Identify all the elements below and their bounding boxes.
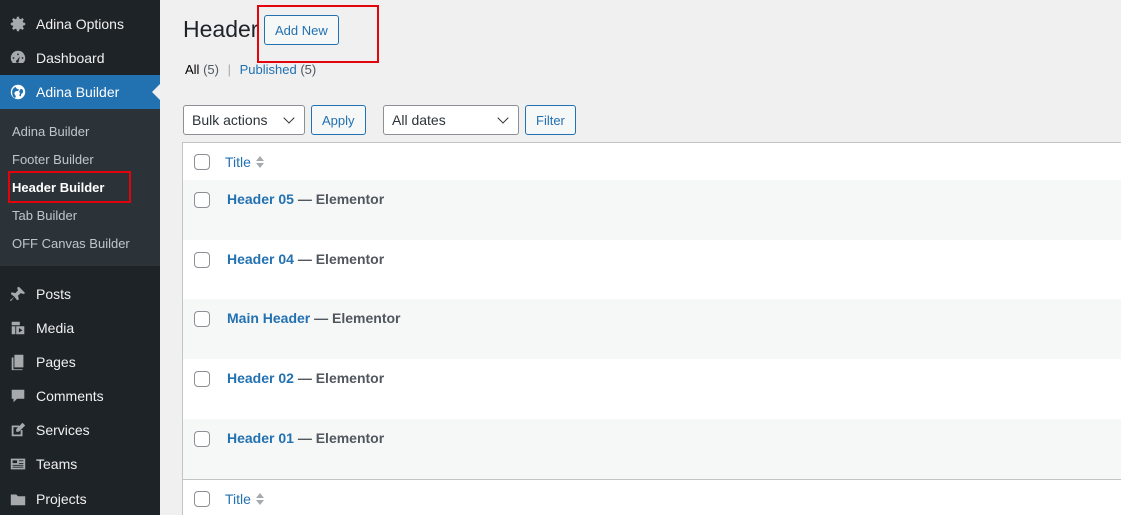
filter-button[interactable]: Filter	[525, 105, 576, 135]
menu-label: Teams	[36, 456, 78, 472]
menu-item-adina-builder[interactable]: Adina Builder	[0, 75, 160, 109]
folder-icon	[8, 489, 28, 509]
table-row: Main Header — Elementor	[183, 299, 1121, 359]
menu-item-media[interactable]: Media	[0, 311, 160, 345]
submenu-item-off-canvas-builder[interactable]: OFF Canvas Builder	[12, 236, 130, 251]
row-title-cell: Header 04 — Elementor	[227, 251, 384, 267]
pushpin-icon	[8, 284, 28, 304]
title-column-header[interactable]: Title	[225, 154, 264, 170]
menu-item-dashboard[interactable]: Dashboard	[0, 41, 160, 75]
title-column-label: Title	[225, 153, 251, 170]
row-title-link[interactable]: Main Header	[227, 310, 310, 326]
menu-label: Adina Builder	[36, 84, 120, 100]
filter-separator: |	[227, 62, 231, 77]
menu-label: Comments	[36, 388, 104, 404]
table-row: Header 04 — Elementor	[183, 240, 1121, 300]
apply-button[interactable]: Apply	[311, 105, 366, 135]
row-post-state: — Elementor	[314, 310, 401, 326]
builder-submenu: Adina Builder Footer Builder Header Buil…	[0, 109, 160, 266]
dates-select[interactable]: All dates	[383, 105, 519, 135]
menu-label: Pages	[36, 354, 76, 370]
globe-icon	[8, 82, 28, 102]
filter-published-count: (5)	[300, 62, 317, 77]
submenu-item-adina-builder[interactable]: Adina Builder	[12, 124, 89, 139]
filter-all-count: (5)	[203, 62, 219, 77]
submenu-item-footer-builder[interactable]: Footer Builder	[12, 152, 94, 167]
menu-label: Projects	[36, 491, 87, 507]
menu-label: Media	[36, 320, 75, 336]
row-title-link[interactable]: Header 02	[227, 370, 294, 386]
row-title-cell: Header 02 — Elementor	[227, 370, 384, 386]
dates-value: All dates	[392, 112, 446, 128]
bulk-actions-select[interactable]: Bulk actions	[183, 105, 305, 135]
submenu-item-tab-builder[interactable]: Tab Builder	[12, 208, 77, 223]
status-filter-links: All (5) | Published (5)	[185, 62, 316, 77]
posts-table: Title Header 05 — Elementor Header 04 — …	[182, 142, 1121, 515]
add-new-button[interactable]: Add New	[264, 15, 339, 45]
row-post-state: — Elementor	[297, 430, 385, 446]
media-icon	[8, 318, 28, 338]
row-post-state: — Elementor	[297, 370, 385, 386]
row-checkbox[interactable]	[194, 431, 210, 447]
menu-label: Posts	[36, 286, 72, 302]
row-post-state: — Elementor	[297, 191, 385, 207]
table-footer: Title	[183, 479, 1121, 515]
menu-item-projects[interactable]: Projects	[0, 482, 160, 515]
row-checkbox[interactable]	[194, 252, 210, 268]
sort-icon	[255, 492, 264, 505]
gear-icon	[8, 14, 28, 34]
submenu-item-header-builder[interactable]: Header Builder	[12, 180, 104, 195]
menu-label: Dashboard	[36, 50, 105, 66]
chevron-down-icon	[497, 112, 509, 124]
menu-item-adina-options[interactable]: Adina Options	[0, 7, 160, 41]
row-checkbox[interactable]	[194, 371, 210, 387]
table-header: Title	[183, 143, 1121, 181]
bulk-actions-value: Bulk actions	[192, 112, 268, 128]
row-title-link[interactable]: Header 01	[227, 430, 294, 446]
chevron-down-icon	[283, 112, 295, 124]
filter-published[interactable]: Published	[240, 62, 297, 77]
dashboard-icon	[8, 48, 28, 68]
select-all-checkbox[interactable]	[194, 153, 210, 170]
title-column-label: Title	[225, 490, 251, 507]
row-title-cell: Header 01 — Elementor	[227, 430, 384, 446]
row-checkbox[interactable]	[194, 311, 210, 327]
edit-icon	[8, 420, 28, 440]
menu-item-posts[interactable]: Posts	[0, 277, 160, 311]
row-title-cell: Main Header — Elementor	[227, 310, 401, 326]
row-checkbox[interactable]	[194, 192, 210, 208]
sort-icon	[255, 155, 264, 168]
table-row: Header 01 — Elementor	[183, 419, 1121, 479]
comment-icon	[8, 386, 28, 406]
table-row: Header 02 — Elementor	[183, 359, 1121, 419]
row-title-link[interactable]: Header 05	[227, 191, 294, 207]
menu-item-comments[interactable]: Comments	[0, 379, 160, 413]
row-title-link[interactable]: Header 04	[227, 251, 294, 267]
menu-label: Adina Options	[36, 16, 124, 32]
menu-item-services[interactable]: Services	[0, 413, 160, 447]
id-card-icon	[8, 454, 28, 474]
menu-item-teams[interactable]: Teams	[0, 447, 160, 481]
title-column-footer[interactable]: Title	[225, 491, 264, 507]
table-row: Header 05 — Elementor	[183, 180, 1121, 240]
select-all-checkbox-footer[interactable]	[194, 490, 210, 507]
admin-sidebar: Adina Options Dashboard Adina Builder Ad…	[0, 0, 160, 515]
menu-label: Services	[36, 422, 90, 438]
pages-icon	[8, 352, 28, 372]
menu-item-pages[interactable]: Pages	[0, 345, 160, 379]
row-post-state: — Elementor	[297, 251, 385, 267]
filter-all[interactable]: All	[185, 62, 199, 77]
page-title: Header	[183, 16, 259, 42]
row-title-cell: Header 05 — Elementor	[227, 191, 384, 207]
